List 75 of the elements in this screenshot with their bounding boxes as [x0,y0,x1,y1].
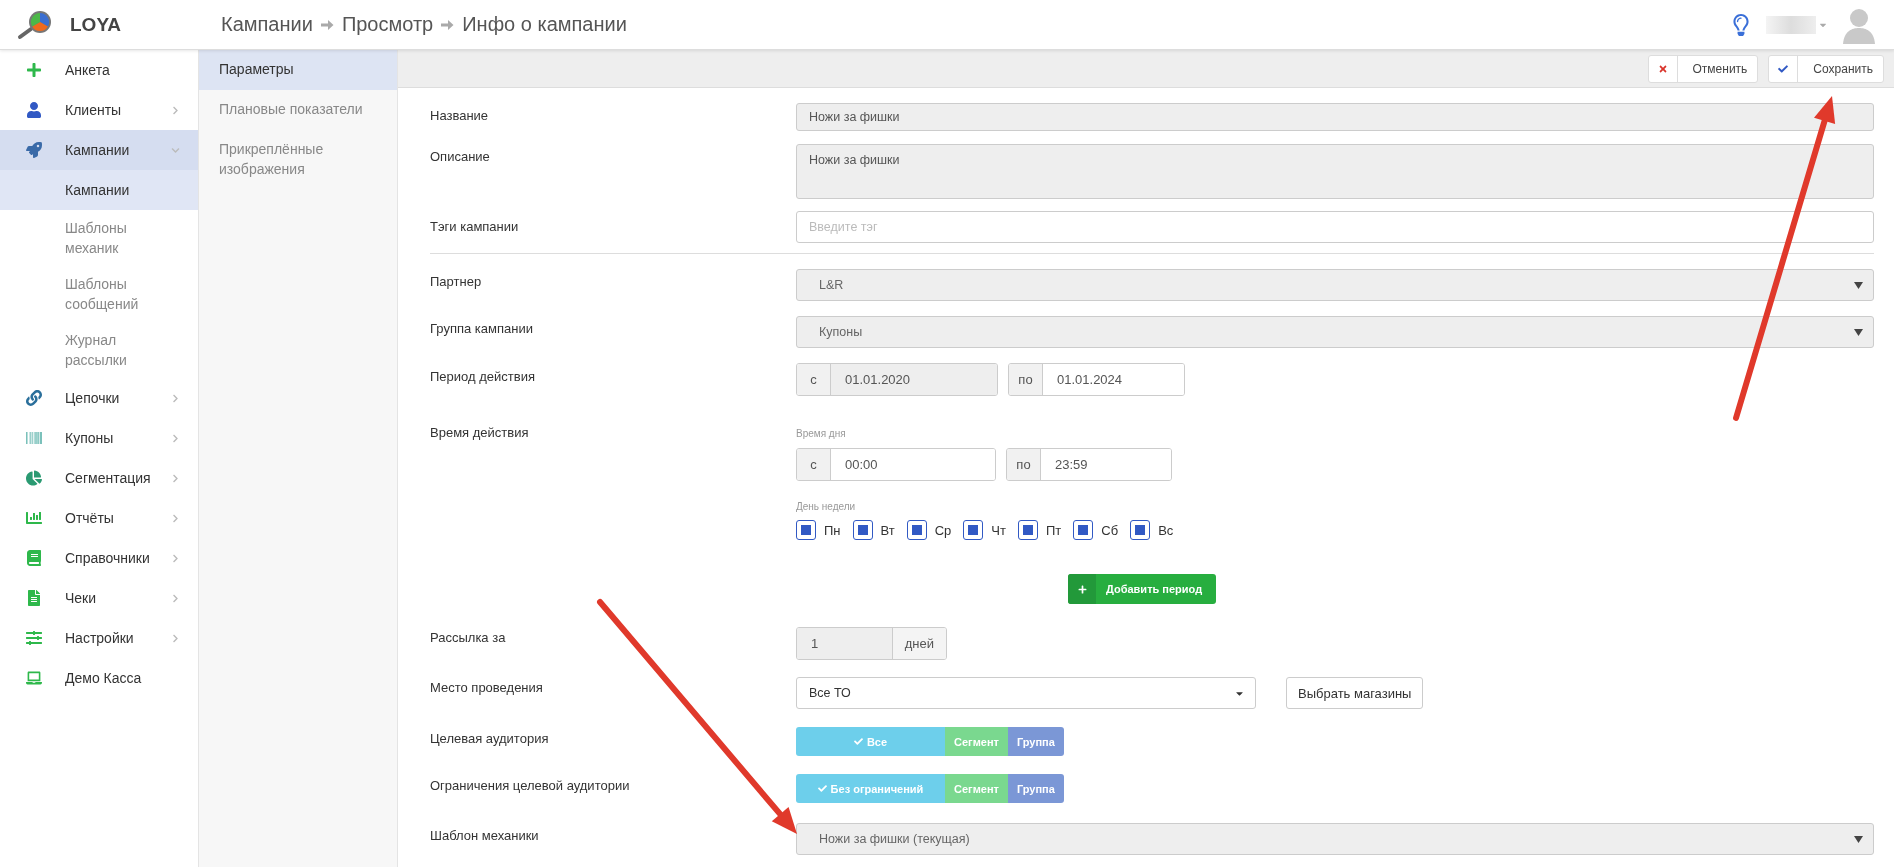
field-label: Описание [430,148,491,166]
field-label: Рассылка за [430,629,507,647]
section-tab[interactable]: Параметры [199,50,397,90]
plus-icon [26,62,42,78]
sidebar-item[interactable]: Демо Касса [0,658,198,698]
day-label: Пт [1046,522,1062,538]
dropdown-triangle-icon [1854,835,1863,843]
checkbox[interactable] [1130,520,1151,540]
field-label: Место проведения [430,679,544,697]
check-icon [853,737,863,746]
day-label: Ср [934,522,952,538]
day-label: Пн [824,522,841,538]
user-icon [26,102,42,118]
bar-chart-icon [26,510,42,526]
check-icon [1778,63,1789,74]
sidebar-item[interactable]: Сегментация [0,458,198,498]
document-icon [26,590,42,606]
arrow-right-icon [441,18,455,31]
select-stores-button[interactable]: Выбрать магазины [1286,677,1424,709]
sidebar-item[interactable]: Чеки [0,578,198,618]
caption: День недели [796,501,857,512]
laptop-icon [26,670,42,686]
day-label: Сб [1101,522,1119,538]
checkbox[interactable] [1073,520,1094,540]
sidebar-item[interactable]: Купоны [0,418,198,458]
field-label: Группа кампании [430,320,534,338]
tag-input-field[interactable]: Введите тэг [796,211,1874,243]
sliders-icon [26,630,42,646]
breadcrumb: Инфо о кампании [462,13,627,36]
day-label: Вс [1158,522,1174,538]
field-label: Целевая аудитория [430,730,550,748]
arrow-right-icon [320,18,334,31]
select-field[interactable]: Все ТО [796,677,1256,709]
checkbox[interactable] [852,520,873,540]
close-icon [1657,63,1668,74]
field-label: Шаблон механики [430,827,540,845]
book-icon [26,550,42,566]
sidebar-subitem[interactable]: Кампании [0,170,198,210]
checkbox[interactable] [796,520,816,540]
checkbox[interactable] [1018,520,1038,540]
field-label: Время действия [430,424,530,442]
barcode-icon [26,430,42,446]
check-icon [817,784,827,793]
field-label: Название [430,107,490,125]
sidebar-item[interactable]: Отчёты [0,498,198,538]
checkbox[interactable] [963,520,984,540]
sidebar-subitem[interactable]: Шаблоны механик [0,210,198,266]
lightbulb-icon[interactable] [1730,13,1752,36]
day-label: Чт [991,522,1006,538]
dropdown-triangle-icon [1854,328,1863,336]
field-label: Ограничения целевой аудитории [430,777,631,795]
sidebar-item[interactable]: Справочники [0,538,198,578]
pie-chart-icon [26,470,42,486]
sidebar-subitem[interactable]: Журнал рассылки [0,322,198,378]
checkbox[interactable] [906,520,927,540]
breadcrumb[interactable]: Просмотр [341,13,434,36]
cancel-button[interactable]: Отменить [1647,54,1759,83]
field-label: Партнер [430,273,483,291]
sidebar-item[interactable]: Клиенты [0,90,198,130]
link-icon [26,390,42,406]
app-name: LOYA [70,13,122,36]
sidebar-subitem[interactable]: Шаблоны сообщений [0,266,198,322]
sidebar-item[interactable]: Анкета [0,50,198,90]
save-button[interactable]: Сохранить [1768,54,1884,83]
plus-icon [1068,574,1096,604]
sidebar-item[interactable]: Цепочки [0,378,198,418]
sidebar-item[interactable]: Кампании [0,130,198,170]
caption: Время дня [796,428,847,439]
day-label: Вт [880,522,895,538]
breadcrumb[interactable]: Кампании [221,13,313,36]
sidebar-item[interactable]: Настройки [0,618,198,658]
field-label: Тэги кампании [430,218,520,236]
dropdown-triangle-icon [1854,281,1863,289]
field-label: Период действия [430,368,536,386]
rocket-icon [26,142,42,158]
